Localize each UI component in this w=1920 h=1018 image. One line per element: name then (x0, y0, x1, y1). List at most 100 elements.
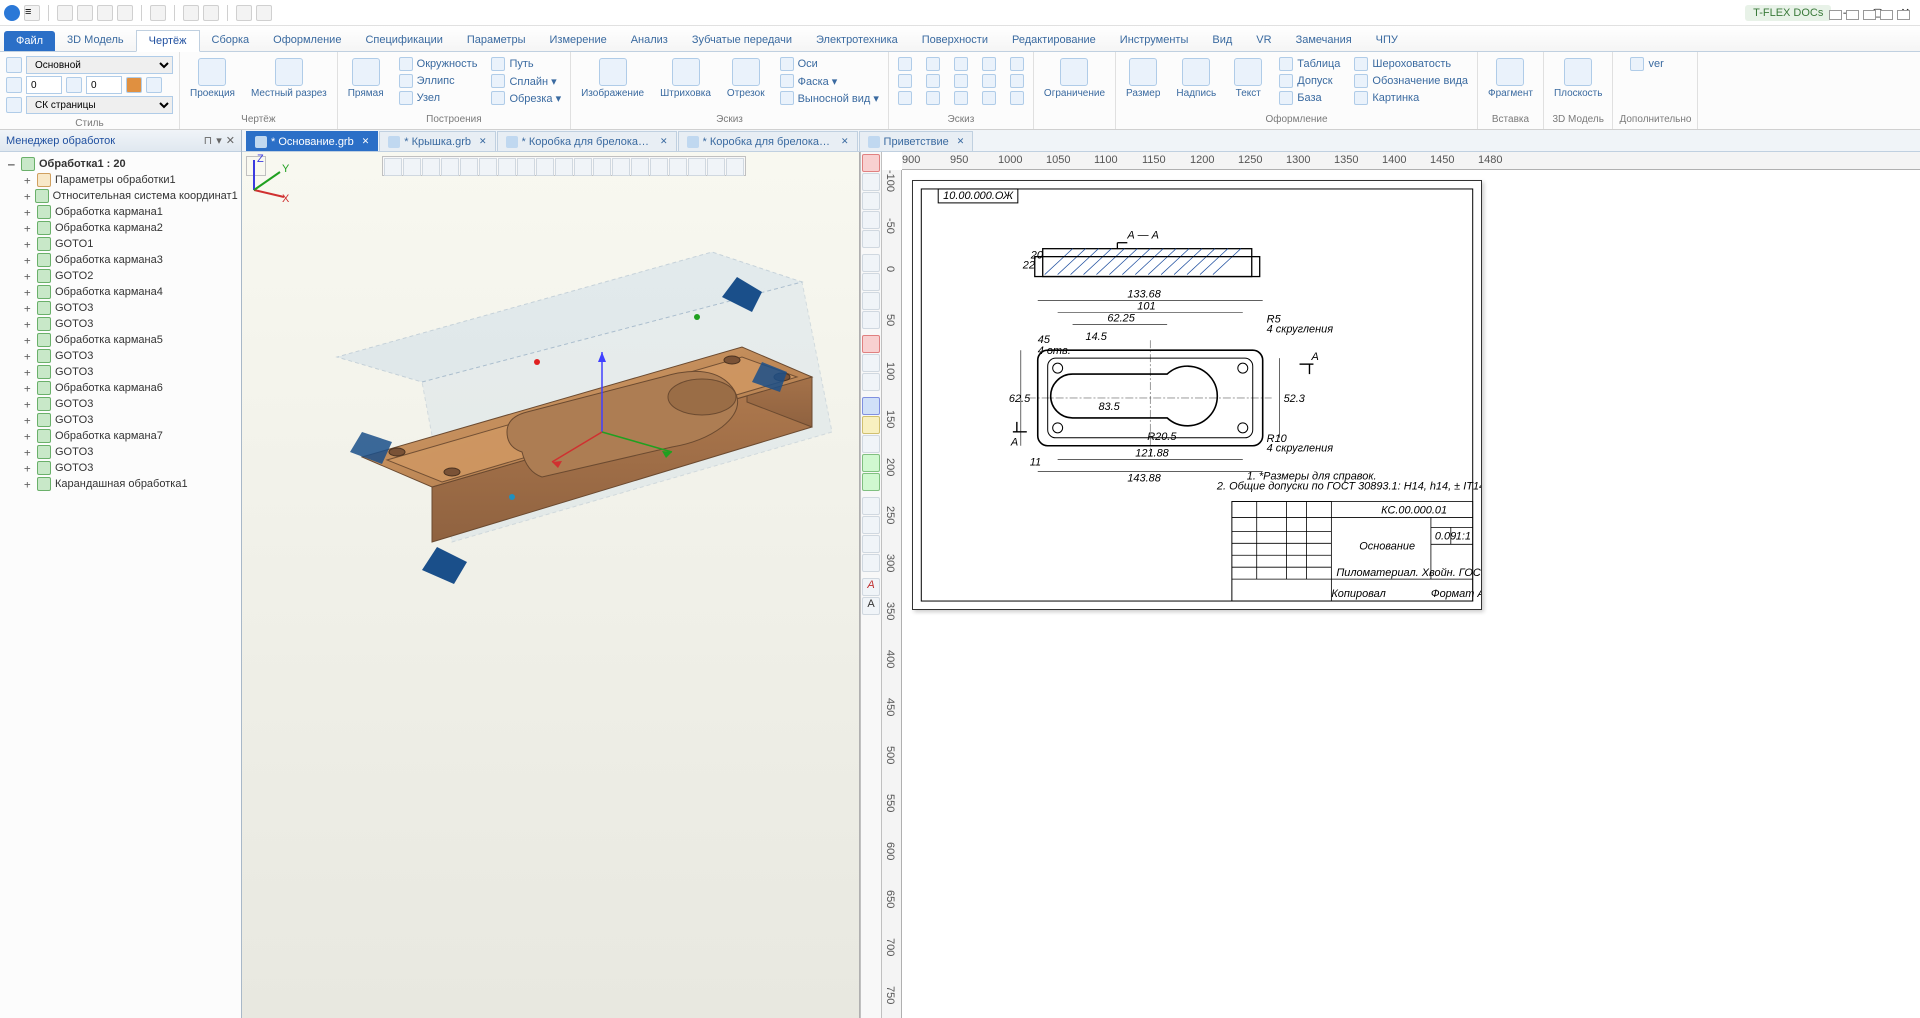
ribbon-Сплайн-[interactable]: Сплайн ▾ (488, 73, 564, 89)
sketch-icon-2-2[interactable] (951, 90, 971, 106)
ribbon-Текст[interactable]: Текст (1228, 56, 1268, 101)
sketch-icon-0-1[interactable] (895, 73, 915, 89)
ribbon-Обозначение-вида[interactable]: Обозначение вида (1351, 73, 1471, 89)
sketch-icon-3-1[interactable] (979, 73, 999, 89)
tab-3D Модель[interactable]: 3D Модель (55, 30, 136, 51)
doctab-close-icon[interactable]: ✕ (957, 136, 965, 147)
ribbon-Допуск[interactable]: Допуск (1276, 73, 1343, 89)
tree-item[interactable]: +GOTO3 (2, 460, 239, 476)
tree-item[interactable]: +GOTO3 (2, 348, 239, 364)
save-icon[interactable] (97, 5, 113, 21)
ribbon-Фрагмент[interactable]: Фрагмент (1484, 56, 1537, 101)
ribbon-Шероховатость[interactable]: Шероховатость (1351, 56, 1471, 72)
tree-item[interactable]: +Обработка кармана4 (2, 284, 239, 300)
dock-close-icon[interactable]: ✕ (226, 134, 235, 147)
drawing-viewport[interactable]: 9009501000105011001150120012501300135014… (882, 152, 1920, 1018)
dock-dropdown-icon[interactable]: ▾ (216, 134, 222, 147)
tab-Электротехника[interactable]: Электротехника (804, 30, 910, 51)
sketch-icon-2-1[interactable] (951, 73, 971, 89)
tree-item[interactable]: +Обработка кармана2 (2, 220, 239, 236)
ts-pointer-icon[interactable] (862, 254, 880, 272)
tab-Измерение[interactable]: Измерение (538, 30, 619, 51)
sketch-icon-4-0[interactable] (1007, 56, 1027, 72)
tree-item[interactable]: +GOTO1 (2, 236, 239, 252)
ts-object-icon[interactable] (862, 173, 880, 191)
ribbon-Картинка[interactable]: Картинка (1351, 90, 1471, 106)
tree-item[interactable]: +Обработка кармана5 (2, 332, 239, 348)
sketch-icon-0-2[interactable] (895, 90, 915, 106)
tab-VR[interactable]: VR (1244, 30, 1283, 51)
tree-item[interactable]: +Относительная система координат1 (2, 188, 239, 204)
tree-item[interactable]: +GOTO3 (2, 396, 239, 412)
sketch-icon-2-0[interactable] (951, 56, 971, 72)
ts-render-icon[interactable] (862, 454, 880, 472)
undo-icon[interactable] (183, 5, 199, 21)
ts-cube2-icon[interactable] (862, 354, 880, 372)
ts-rotate-icon[interactable] (862, 292, 880, 310)
sketch-icon-1-0[interactable] (923, 56, 943, 72)
ts-text-a2-icon[interactable]: A (862, 597, 880, 615)
ts-opt2-icon[interactable] (862, 516, 880, 534)
ribbon-Прямая[interactable]: Прямая (344, 56, 388, 101)
ribbon-Обрезка-[interactable]: Обрезка ▾ (488, 90, 564, 106)
tab-Оформление[interactable]: Оформление (261, 30, 353, 51)
wc1[interactable] (1829, 10, 1842, 20)
ts-wire-icon[interactable] (862, 416, 880, 434)
sketch-icon-4-1[interactable] (1007, 73, 1027, 89)
sketch-icon-3-0[interactable] (979, 56, 999, 72)
tab-Инструменты[interactable]: Инструменты (1108, 30, 1201, 51)
tab-file[interactable]: Файл (4, 31, 55, 51)
tree-item[interactable]: +GOTO3 (2, 364, 239, 380)
tree-item[interactable]: +GOTO2 (2, 268, 239, 284)
ribbon-Проекция[interactable]: Проекция (186, 56, 239, 101)
tab-Вид[interactable]: Вид (1200, 30, 1244, 51)
tree-item[interactable]: +Параметры обработки1 (2, 172, 239, 188)
tab-ЧПУ[interactable]: ЧПУ (1364, 30, 1410, 51)
doctab[interactable]: * Основание.grb✕ (246, 131, 378, 151)
ribbon-Местный-разрез[interactable]: Местный разрез (247, 56, 331, 101)
tab-Анализ[interactable]: Анализ (619, 30, 680, 51)
ribbon-Фаска-[interactable]: Фаска ▾ (777, 73, 882, 89)
ribbon-Оси[interactable]: Оси (777, 56, 882, 72)
tab-Параметры[interactable]: Параметры (455, 30, 538, 51)
doctab[interactable]: * Коробка для брелока_Для ре...✕ (497, 131, 677, 151)
ts-hidden-icon[interactable] (862, 435, 880, 453)
doctab-close-icon[interactable]: ✕ (479, 136, 487, 147)
ts-pan-icon[interactable] (862, 273, 880, 291)
ribbon-Плоскость[interactable]: Плоскость (1550, 56, 1607, 101)
ribbon-Путь[interactable]: Путь (488, 56, 564, 72)
ts-text-a1-icon[interactable]: A (862, 578, 880, 596)
sketch-icon-4-2[interactable] (1007, 90, 1027, 106)
ribbon-Выносной-вид-[interactable]: Выносной вид ▾ (777, 90, 882, 106)
wc3[interactable] (1863, 10, 1876, 20)
tree-item[interactable]: +GOTO3 (2, 316, 239, 332)
doctab-close-icon[interactable]: ✕ (841, 136, 849, 147)
tab-Замечания[interactable]: Замечания (1284, 30, 1364, 51)
tab-Спецификации[interactable]: Спецификации (353, 30, 454, 51)
tab-Редактирование[interactable]: Редактирование (1000, 30, 1108, 51)
ts-opt3-icon[interactable] (862, 535, 880, 553)
ts-cube3-icon[interactable] (862, 373, 880, 391)
ribbon-Таблица[interactable]: Таблица (1276, 56, 1343, 72)
ribbon-Узел[interactable]: Узел (396, 90, 481, 106)
ribbon-ver[interactable]: ver (1627, 56, 1666, 72)
tab-Поверхности[interactable]: Поверхности (910, 30, 1000, 51)
tree-item[interactable]: +Обработка кармана3 (2, 252, 239, 268)
tab-Зубчатые передачи[interactable]: Зубчатые передачи (680, 30, 804, 51)
menu-icon[interactable]: ≡ (24, 5, 40, 21)
tree-root[interactable]: – Обработка1 : 20 (2, 156, 239, 172)
val2-input[interactable] (86, 76, 122, 94)
redo-icon[interactable] (203, 5, 219, 21)
save-all-icon[interactable] (117, 5, 133, 21)
wc2[interactable] (1846, 10, 1859, 20)
tree-item[interactable]: +GOTO3 (2, 300, 239, 316)
ts-opt4-icon[interactable] (862, 554, 880, 572)
new-icon[interactable] (57, 5, 73, 21)
doctab[interactable]: Приветствие✕ (859, 131, 974, 151)
color-icon[interactable] (126, 77, 142, 93)
tree-item[interactable]: +Обработка кармана6 (2, 380, 239, 396)
ts-look-icon[interactable] (862, 311, 880, 329)
ribbon-Размер[interactable]: Размер (1122, 56, 1164, 101)
ribbon-Штриховка[interactable]: Штриховка (656, 56, 715, 101)
ts-shade-icon[interactable] (862, 397, 880, 415)
